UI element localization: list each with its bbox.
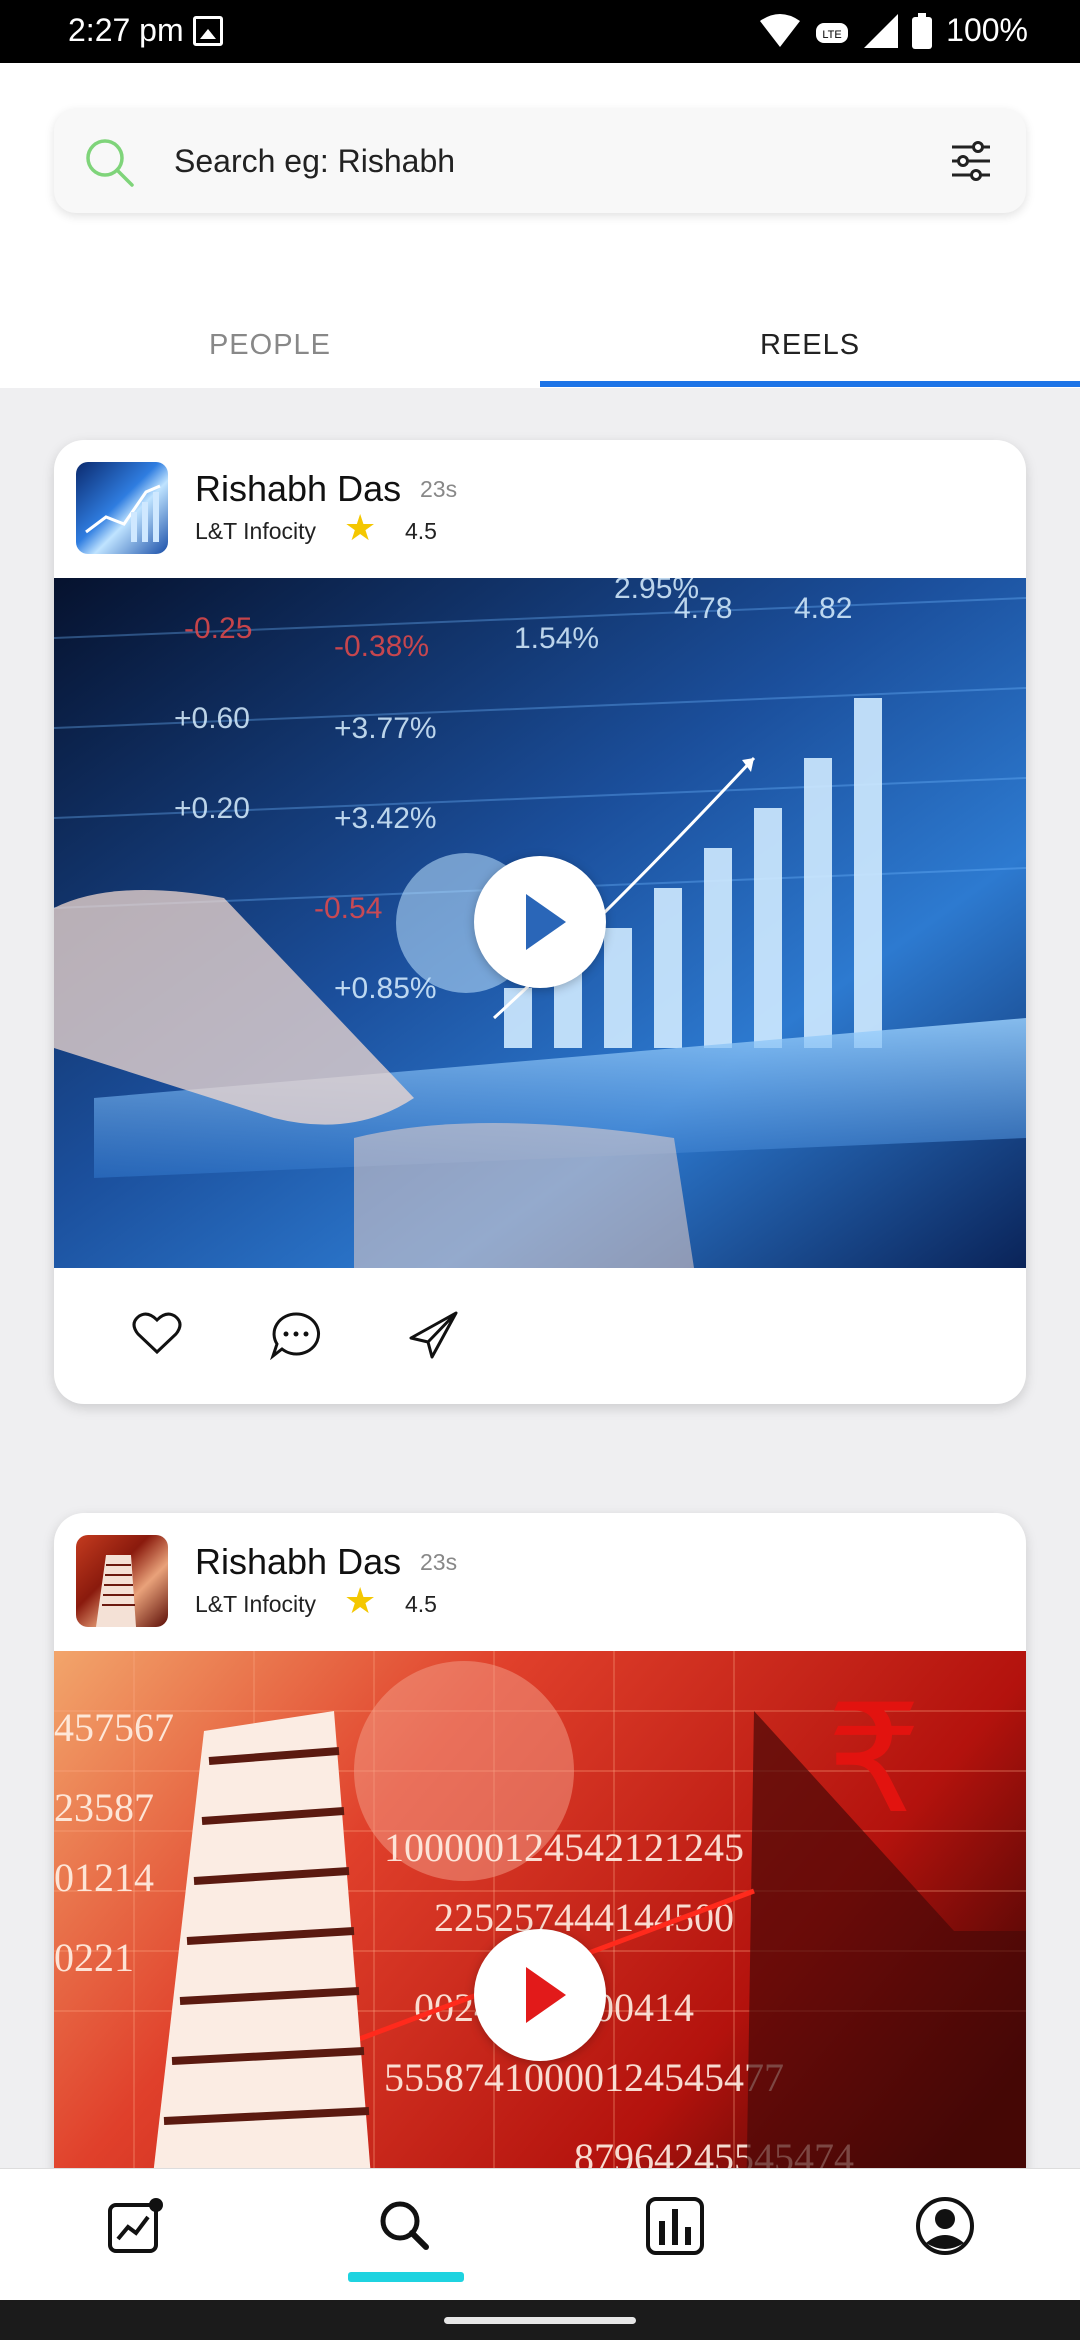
system-navigation-bar [0,2300,1080,2340]
play-button[interactable] [474,856,606,988]
status-time: 2:27 pm [68,12,184,48]
author-company: L&T Infocity [195,1591,317,1617]
svg-text:01214: 01214 [54,1855,154,1900]
home-gesture-pill[interactable] [444,2317,636,2324]
reel-header: Rishabh Das 23s L&T Infocity ★ 4.5 [54,440,1026,578]
trending-chart-icon[interactable] [100,2191,170,2261]
svg-text:4.82: 4.82 [794,592,852,625]
tab-reels[interactable]: REELS [540,299,1080,389]
account-icon[interactable] [910,2191,980,2261]
svg-text:1.54%: 1.54% [514,622,599,655]
svg-text:-0.38%: -0.38% [334,630,429,663]
author-name[interactable]: Rishabh Das [195,468,401,510]
battery-icon [912,12,933,49]
tab-indicator [540,381,1080,387]
reel-header: Rishabh Das 23s L&T Infocity ★ 4.5 [54,1513,1026,1651]
search-input[interactable] [174,131,874,191]
wifi-icon [760,13,801,47]
search-icon[interactable] [370,2191,440,2261]
svg-text:-0.25: -0.25 [184,612,252,645]
svg-text:55587410000124545477: 55587410000124545477 [384,2055,784,2100]
svg-text:+0.60: +0.60 [174,702,250,735]
heart-icon[interactable] [132,1310,182,1356]
nav-active-indicator [348,2272,464,2282]
gallery-icon [193,16,223,46]
svg-text:0221: 0221 [54,1935,134,1980]
svg-text:+3.42%: +3.42% [334,802,437,835]
battery-percent: 100% [946,12,1028,48]
svg-text:457567: 457567 [54,1705,174,1750]
send-icon[interactable] [408,1310,460,1360]
avatar[interactable] [76,1535,168,1627]
star-icon: ★ [344,1580,377,1621]
search-icon [86,139,134,187]
svg-text:23587: 23587 [54,1785,154,1830]
author-rating: 4.5 [405,518,437,544]
reel-card[interactable]: Rishabh Das 23s L&T Infocity ★ 4.5 [54,440,1026,1404]
comment-icon[interactable] [270,1310,322,1360]
reel-thumbnail[interactable]: -0.25 -0.38% -0.54 +0.60 +3.77% +0.20 +3.42%… [54,578,1026,1268]
svg-text:2.95%: 2.95% [614,578,699,605]
author-company: L&T Infocity [195,518,317,544]
svg-text:+0.20: +0.20 [174,792,250,825]
search-bar[interactable] [54,109,1026,213]
tab-people[interactable]: PEOPLE [0,299,540,389]
reel-actions [54,1268,1026,1404]
sliders-icon[interactable] [950,141,992,181]
svg-text:-0.54: -0.54 [314,892,382,925]
status-icons: LTE 100% [760,12,1028,49]
play-icon [526,1967,566,2023]
bottom-navigation [0,2168,1080,2300]
svg-text:+0.85%: +0.85% [334,972,437,1005]
status-bar: 2:27 pm LTE 100% [0,0,1080,63]
header-area: PEOPLE REELS [0,63,1080,388]
avatar[interactable] [76,462,168,554]
play-icon [526,894,566,950]
post-time: 23s [420,476,458,502]
tab-bar: PEOPLE REELS [0,299,1080,389]
author-name[interactable]: Rishabh Das [195,1541,401,1583]
bar-chart-icon[interactable] [640,2191,710,2261]
svg-text:LTE: LTE [822,29,841,41]
signal-icon [864,13,899,48]
star-icon: ★ [344,507,377,548]
author-rating: 4.5 [405,1591,437,1617]
svg-text:₹: ₹ [826,1673,921,1847]
play-button[interactable] [474,1929,606,2061]
volte-icon: LTE [816,22,849,43]
svg-text:+3.77%: +3.77% [334,712,437,745]
svg-text:100000124542121245: 100000124542121245 [384,1825,744,1870]
post-time: 23s [420,1549,458,1575]
